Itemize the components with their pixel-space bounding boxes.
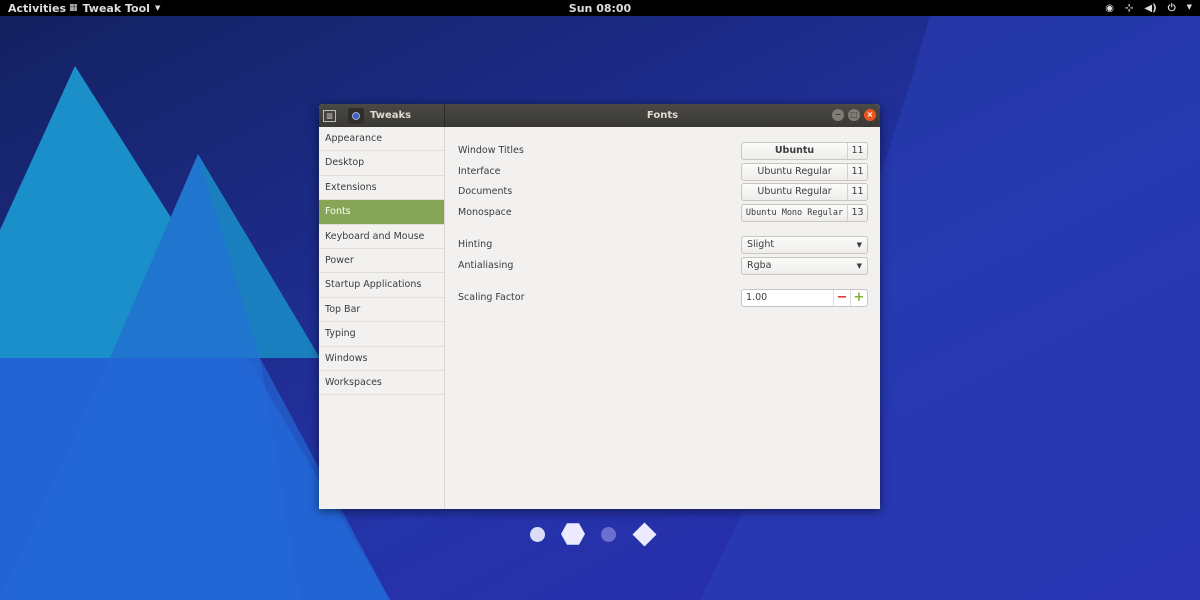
title-bar: ▥ Tweaks Fonts − □ × xyxy=(319,104,880,127)
sidebar-item-startup-applications[interactable]: Startup Applications xyxy=(319,273,444,298)
tweaks-window: ▥ Tweaks Fonts − □ × Appearance Desktop Ext… xyxy=(319,104,880,509)
interface-label: Interface xyxy=(458,166,501,177)
system-tray[interactable]: ◉ ⊹ ◀) ⏻ ▼ xyxy=(1105,3,1192,14)
chevron-down-icon: ▼ xyxy=(1186,2,1192,11)
sidebar-item-typing[interactable]: Typing xyxy=(319,322,444,347)
workspace-dock xyxy=(530,521,657,547)
sidebar-item-workspaces[interactable]: Workspaces xyxy=(319,371,444,396)
interface-font-button[interactable]: Ubuntu Regular 11 xyxy=(741,162,868,181)
circle-shape xyxy=(601,526,616,542)
minimize-button[interactable]: − xyxy=(832,109,844,121)
power-icon: ⏻ xyxy=(1167,2,1176,14)
search-button[interactable] xyxy=(348,107,364,124)
sidebar-item-windows[interactable]: Windows xyxy=(319,347,444,371)
network-icon: ⊹ xyxy=(1125,2,1134,14)
sidebar-item-power[interactable]: Power xyxy=(319,249,444,274)
monospace-font-button[interactable]: Ubuntu Mono Regular 13 xyxy=(741,203,868,222)
scaling-factor-label: Scaling Factor xyxy=(458,292,525,303)
search-icon xyxy=(352,111,360,120)
chevron-down-icon: ▼ xyxy=(856,240,862,249)
scaling-factor-spinner: 1.00− + xyxy=(741,288,868,307)
circle-shape xyxy=(530,526,545,542)
sidebar: Appearance Desktop Extensions Fonts Keyb… xyxy=(319,127,445,509)
sidebar-title: Tweaks xyxy=(370,110,412,121)
sidebar-item-fonts[interactable]: Fonts xyxy=(319,200,444,225)
decrease-button[interactable]: − xyxy=(833,289,850,306)
sidebar-item-keyboard-and-mouse[interactable]: Keyboard and Mouse xyxy=(319,225,444,249)
sidebar-item-extensions[interactable]: Extensions xyxy=(319,176,444,201)
maximize-button[interactable]: □ xyxy=(848,109,860,121)
antialiasing-dropdown[interactable]: Rgba ▼ xyxy=(741,256,868,275)
volume-icon: ◀) xyxy=(1144,2,1157,14)
scaling-factor-input[interactable]: 1.00 xyxy=(742,290,833,306)
documents-font-button[interactable]: Ubuntu Regular 11 xyxy=(741,182,868,201)
sidebar-item-appearance[interactable]: Appearance xyxy=(319,127,444,152)
accessibility-icon: ◉ xyxy=(1105,2,1115,14)
hinting-label: Hinting xyxy=(458,239,493,250)
diamond-shape xyxy=(632,521,657,547)
window-titles-font-button[interactable]: Ubuntu 11 xyxy=(741,141,868,160)
sidebar-item-top-bar[interactable]: Top Bar xyxy=(319,298,444,323)
fonts-panel: Window Titles Ubuntu 11 Interface Ubuntu … xyxy=(445,127,880,509)
sidebar-item-desktop[interactable]: Desktop xyxy=(319,151,444,176)
window-titles-label: Window Titles xyxy=(458,145,524,156)
antialiasing-label: Antialiasing xyxy=(458,260,514,271)
window-title: Fonts xyxy=(646,110,679,121)
top-bar: Activities ▦ Tweak Tool ▼ Sun 08:00 ◉ ⊹ ◀) ⏻ ▼ xyxy=(0,0,1200,16)
increase-button[interactable]: + xyxy=(850,289,867,306)
tweaks-app-icon: ▥ xyxy=(323,109,336,122)
documents-label: Documents xyxy=(458,186,513,197)
hexagon-shape xyxy=(561,523,585,545)
clock[interactable]: Sun 08:00 xyxy=(0,2,1200,15)
monospace-label: Monospace xyxy=(458,207,512,218)
close-button[interactable]: × xyxy=(864,109,876,121)
hinting-dropdown[interactable]: Slight ▼ xyxy=(741,235,868,254)
chevron-down-icon: ▼ xyxy=(856,261,862,270)
